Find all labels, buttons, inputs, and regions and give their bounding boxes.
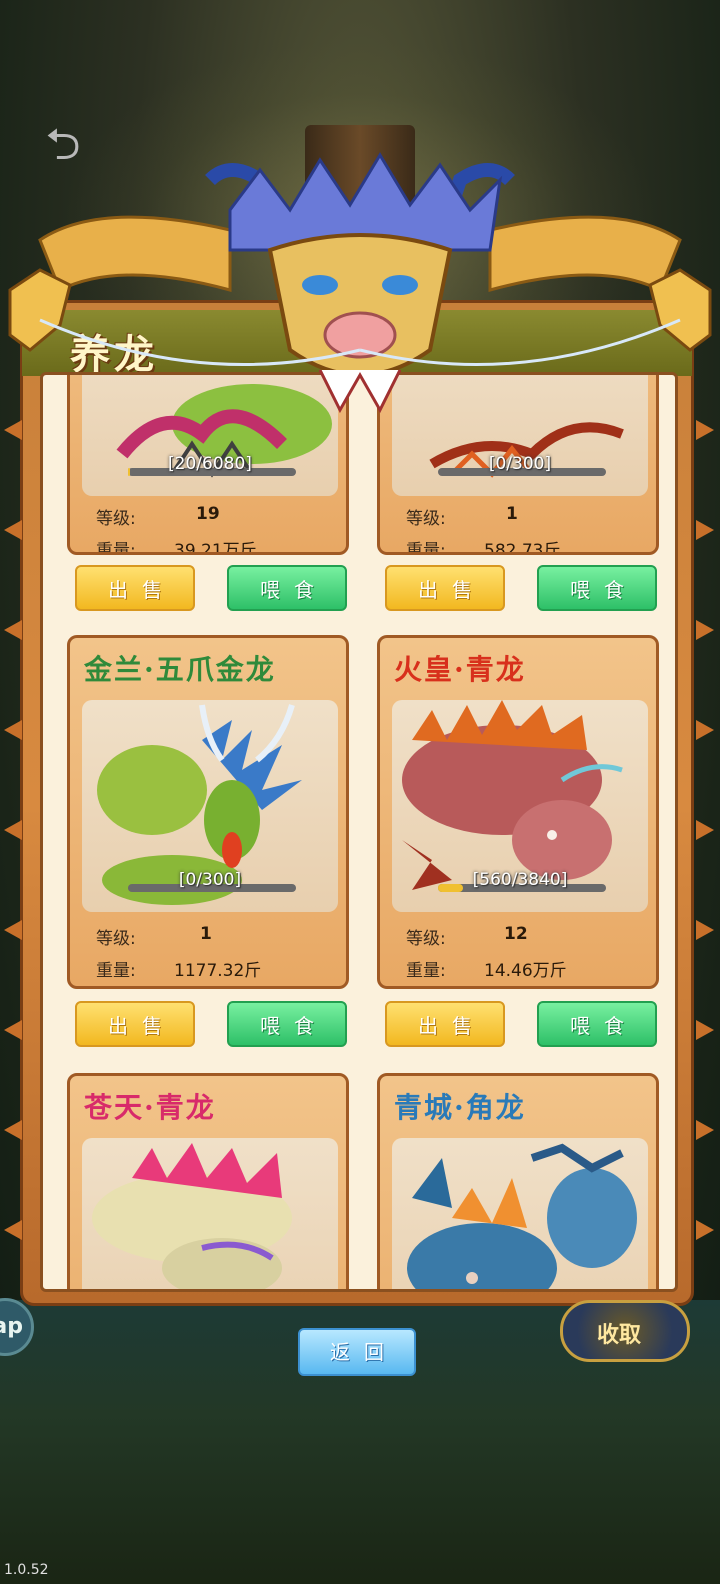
background-post [305,125,415,205]
level-value: 1 [506,504,518,524]
collect-badge-label: 收取 [597,1323,642,1348]
sell-button[interactable]: 出售 [75,1001,195,1047]
dragon-image: [0/300] [82,700,338,912]
growth-progress-text: [560/3840] [472,870,568,890]
level-label: 等级: [96,509,136,529]
dragon-card: [0/300] 等级: 1 重量: 582.73斤 [377,375,659,555]
dragon-illustration [429,422,624,478]
weight-value: 39.21万斤 [174,541,257,555]
frame-spike-icon [4,720,22,740]
return-button[interactable]: 返回 [298,1328,416,1376]
growth-progress-text: [0/300] [488,454,552,474]
frame-spike-icon [4,520,22,540]
frame-spike-icon [4,620,22,640]
collect-badge[interactable]: 收取 [560,1300,690,1362]
dragon-image: [0/300] [392,375,648,496]
sell-button[interactable]: 出售 [385,1001,505,1047]
sell-button[interactable]: 出售 [385,565,505,611]
dragon-name: 金兰·五爪金龙 [84,653,276,686]
frame-spike-icon [696,920,714,940]
frame-spike-icon [696,1120,714,1140]
level-value: 1 [200,924,212,944]
dragon-illustration [92,1143,292,1289]
feed-button[interactable]: 喂食 [537,1001,657,1047]
dragon-card: 火皇·青龙 [560/3840] 等级: 12 重量: 14.46万斤 [377,635,659,989]
frame-spike-icon [696,420,714,440]
weight-label: 重量: [406,541,446,555]
level-value: 12 [504,924,528,944]
sell-button[interactable]: 出售 [75,565,195,611]
frame-spike-icon [696,820,714,840]
level-label: 等级: [406,929,446,949]
level-label: 等级: [406,509,446,529]
version-label: 1.0.52 [4,1562,49,1578]
weight-value: 1177.32斤 [174,961,262,981]
frame-spike-icon [4,1120,22,1140]
frame-spike-icon [4,1220,22,1240]
frame-spike-icon [4,820,22,840]
weight-label: 重量: [406,961,446,981]
growth-progress-text: [0/300] [178,870,242,890]
dragon-image: [560/3840] [392,700,648,912]
feed-button[interactable]: 喂食 [227,565,347,611]
dragon-list[interactable]: [20/6080] 等级: 19 重量: 39.21万斤 [0/300] 等级:… [40,372,678,1292]
dragon-card: 苍天·青龙 [67,1073,349,1289]
weight-value: 14.46万斤 [484,961,567,981]
feed-button[interactable]: 喂食 [537,565,657,611]
weight-value: 582.73斤 [484,541,561,555]
frame-spike-icon [696,720,714,740]
frame-spike-icon [4,920,22,940]
frame-spike-icon [696,1220,714,1240]
dragon-name: 火皇·青龙 [394,653,526,686]
dragon-image [392,1138,648,1289]
weight-label: 重量: [96,961,136,981]
feed-button[interactable]: 喂食 [227,1001,347,1047]
frame-spike-icon [4,420,22,440]
dragon-illustration [407,1143,637,1289]
dragon-name: 青城·角龙 [394,1091,526,1124]
growth-progress-text: [20/6080] [168,454,252,474]
frame-spike-icon [4,1020,22,1040]
dragon-illustration [116,384,332,478]
dragon-image [82,1138,338,1289]
weight-label: 重量: [96,541,136,555]
level-label: 等级: [96,929,136,949]
level-value: 19 [196,504,220,524]
frame-spike-icon [696,520,714,540]
dragon-name: 苍天·青龙 [84,1091,216,1124]
dragon-card: 金兰·五爪金龙 [0/300] 等级: 1 重量: 1177.32斤 [67,635,349,989]
frame-spike-icon [696,620,714,640]
back-arrow-icon[interactable]: ⮌ [32,120,94,170]
dragon-image: [20/6080] [82,375,338,496]
dragon-card: [20/6080] 等级: 19 重量: 39.21万斤 [67,375,349,555]
dragon-card: 青城·角龙 [377,1073,659,1289]
frame-spike-icon [696,1020,714,1040]
